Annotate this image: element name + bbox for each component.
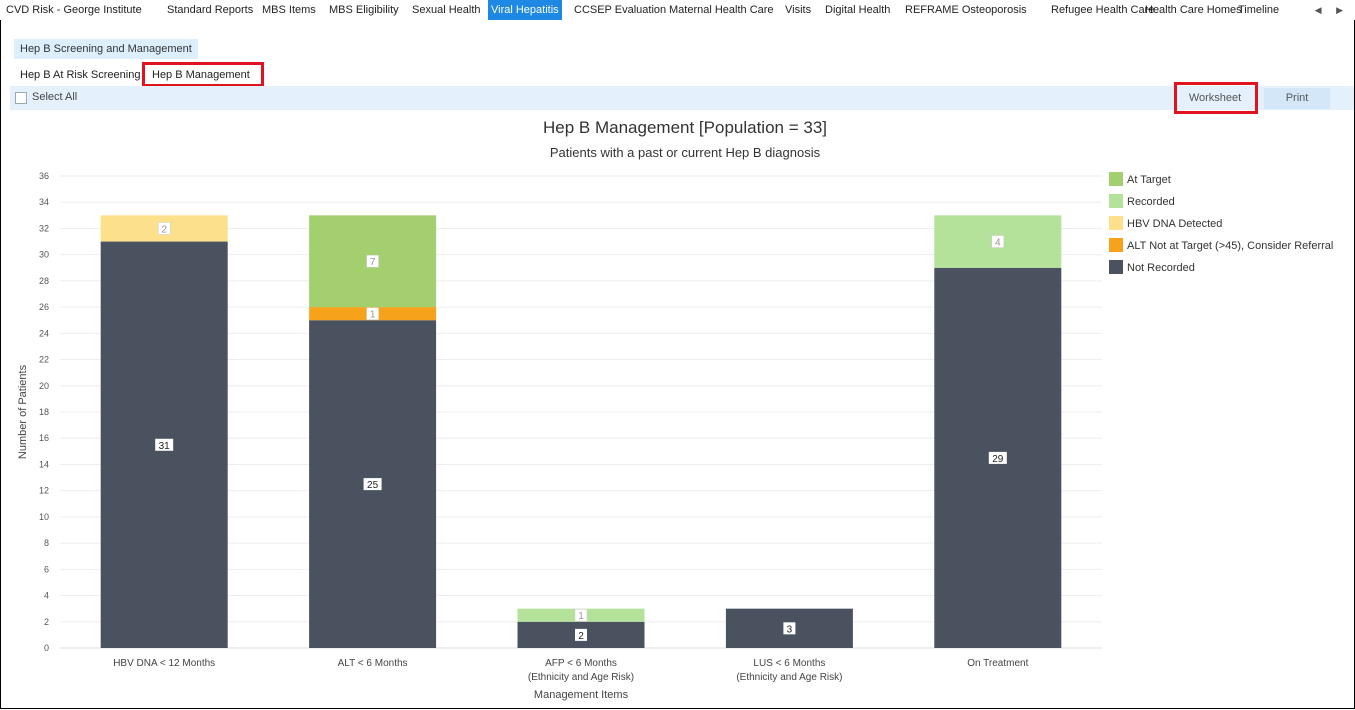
legend-swatch [1109, 216, 1123, 230]
y-tick-label: 10 [39, 512, 49, 522]
legend-swatch [1109, 238, 1123, 252]
data-label: 2 [578, 631, 584, 642]
legend-label: At Target [1127, 174, 1171, 186]
y-tick-label: 28 [39, 276, 49, 286]
legend-label: Recorded [1127, 196, 1175, 208]
data-label: 1 [370, 310, 376, 321]
x-category-label: AFP < 6 Months [545, 658, 617, 669]
data-label: 7 [370, 257, 376, 268]
legend-swatch [1109, 260, 1123, 274]
x-category-label: (Ethnicity and Age Risk) [528, 672, 634, 683]
x-category-label: ALT < 6 Months [338, 658, 408, 669]
data-label: 2 [161, 224, 167, 235]
y-tick-label: 6 [44, 564, 49, 574]
y-tick-label: 4 [44, 591, 49, 601]
x-category-label: LUS < 6 Months [753, 658, 825, 669]
legend-label: Not Recorded [1127, 262, 1195, 274]
y-tick-label: 2 [44, 617, 49, 627]
y-tick-label: 14 [39, 459, 49, 469]
y-tick-label: 30 [39, 250, 49, 260]
y-tick-label: 24 [39, 328, 49, 338]
y-tick-label: 8 [44, 538, 49, 548]
y-axis-label: Number of Patients [17, 364, 29, 459]
stacked-bar-chart: 024681012141618202224262830323436Number … [17, 171, 1333, 701]
legend-swatch [1109, 172, 1123, 186]
data-label: 4 [995, 238, 1001, 249]
y-tick-label: 0 [44, 643, 49, 653]
data-label: 31 [159, 441, 171, 452]
x-category-label: On Treatment [967, 658, 1028, 669]
data-label: 29 [992, 454, 1004, 465]
legend-label: HBV DNA Detected [1127, 218, 1222, 230]
data-label: 3 [787, 624, 793, 635]
legend-swatch [1109, 194, 1123, 208]
x-category-label: HBV DNA < 12 Months [113, 658, 215, 669]
y-tick-label: 20 [39, 381, 49, 391]
y-tick-label: 16 [39, 433, 49, 443]
y-tick-label: 34 [39, 197, 49, 207]
x-axis-label: Management Items [534, 689, 629, 701]
y-tick-label: 36 [39, 171, 49, 181]
data-label: 1 [578, 611, 584, 622]
y-tick-label: 12 [39, 486, 49, 496]
y-tick-label: 26 [39, 302, 49, 312]
data-label: 25 [367, 480, 379, 491]
y-tick-label: 22 [39, 355, 49, 365]
legend-label: ALT Not at Target (>45), Consider Referr… [1127, 240, 1333, 252]
y-tick-label: 18 [39, 407, 49, 417]
x-category-label: (Ethnicity and Age Risk) [736, 672, 842, 683]
y-tick-label: 32 [39, 223, 49, 233]
